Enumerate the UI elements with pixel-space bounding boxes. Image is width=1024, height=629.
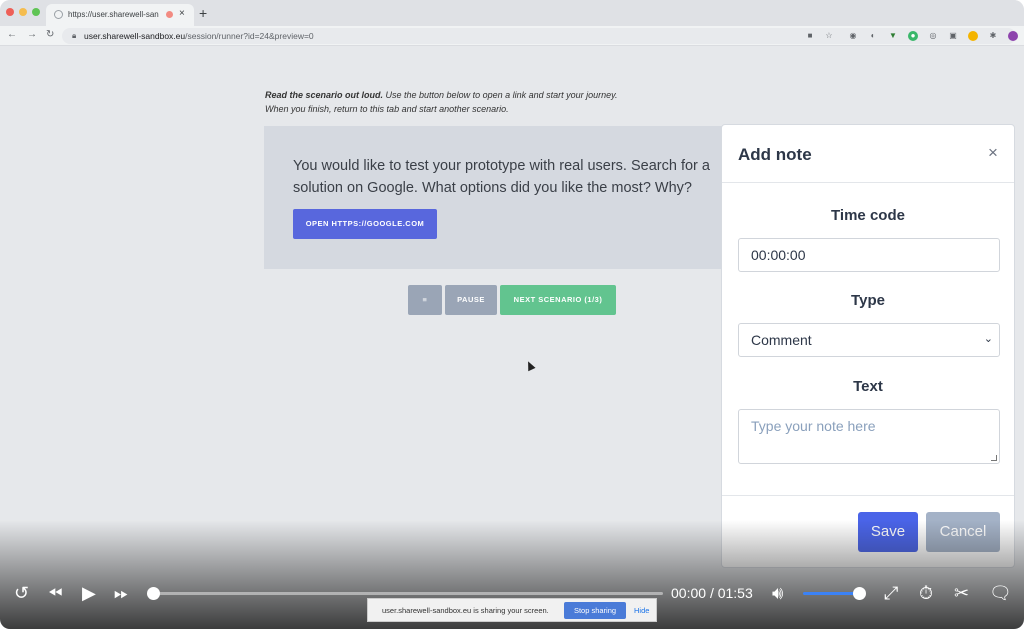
scissors-icon[interactable]: ✂ (954, 583, 969, 603)
instructions: Read the scenario out loud. Use the butt… (265, 90, 618, 114)
note-placeholder: Type your note here (751, 418, 876, 434)
new-tab-button[interactable]: + (199, 5, 207, 21)
open-link-button[interactable]: OPEN HTTPS://GOOGLE.COM (293, 209, 437, 239)
recording-indicator-icon (166, 11, 173, 18)
tab-favicon-icon (54, 10, 63, 19)
progress-bar[interactable] (153, 592, 663, 595)
tab-title: https://user.sharewell-san (68, 10, 159, 19)
shield-icon[interactable]: ▣ (948, 31, 958, 41)
reload-icon[interactable]: ↻ (46, 29, 54, 40)
avatar[interactable] (1008, 31, 1018, 41)
volume-handle[interactable] (852, 587, 866, 600)
back-icon[interactable]: ← (7, 29, 17, 40)
rewind-icon[interactable]: ⏪︎ (48, 583, 62, 603)
fast-forward-icon[interactable]: ⏩︎ (114, 583, 128, 603)
window-maximize-icon[interactable] (32, 8, 40, 16)
progress-handle[interactable] (147, 587, 160, 600)
window-minimize-icon[interactable] (19, 8, 27, 16)
add-note-modal: Add note × Time code 00:00:00 Type Comme… (721, 124, 1015, 568)
share-message: user.sharewell-sandbox.eu is sharing you… (382, 606, 549, 615)
replay-icon[interactable]: ↺ (14, 583, 29, 603)
browser-toolbar: ← → ↻ 🔒︎ user.sharewell-sandbox.eu/sessi… (0, 26, 1024, 46)
app-frame: https://user.sharewell-san × + ← → ↻ 🔒︎ … (0, 0, 1024, 629)
extension-icon[interactable]: ◐ (868, 31, 878, 41)
chevron-down-icon: ⌄ (983, 333, 993, 345)
fullscreen-icon[interactable]: ⤢ (884, 583, 898, 603)
browser-tab-bar: https://user.sharewell-san × + (0, 0, 1024, 26)
url-text: user.sharewell-sandbox.eu/session/runner… (84, 31, 314, 41)
extension-icon[interactable]: ◉ (848, 31, 858, 41)
forward-icon[interactable]: → (27, 29, 37, 40)
time-display: 00:00 / 01:53 (671, 585, 753, 601)
timecode-input[interactable]: 00:00:00 (738, 238, 1000, 272)
next-scenario-button[interactable]: NEXT SCENARIO (1/3) (500, 285, 616, 315)
close-icon[interactable]: × (988, 143, 998, 163)
modal-header: Add note × (722, 125, 1014, 183)
current-time: 00:00 (671, 585, 707, 601)
puzzle-icon[interactable]: ✱ (988, 31, 998, 41)
play-icon[interactable]: ▶ (82, 583, 96, 603)
address-bar[interactable]: 🔒︎ user.sharewell-sandbox.eu/session/run… (62, 28, 1018, 44)
scenario-text: You would like to test your prototype wi… (293, 158, 710, 196)
screen-share-bar: user.sharewell-sandbox.eu is sharing you… (367, 598, 657, 622)
extension-icon[interactable]: ◎ (928, 31, 938, 41)
window-close-icon[interactable] (6, 8, 14, 16)
browser-tab[interactable]: https://user.sharewell-san × (46, 4, 194, 26)
tab-close-icon[interactable]: × (179, 8, 185, 19)
bookmark-star-icon[interactable]: ☆ (824, 31, 834, 41)
stop-sharing-button[interactable]: Stop sharing (564, 602, 626, 619)
type-label: Type (851, 292, 885, 309)
pause-button[interactable]: PAUSE (445, 285, 497, 315)
volume-icon[interactable]: 🔊︎ (772, 583, 783, 603)
add-comment-icon[interactable]: 🗨︎ (989, 583, 1012, 603)
hide-share-button[interactable]: Hide (634, 606, 649, 615)
type-select[interactable]: Comment ⌄ (738, 323, 1000, 357)
modal-footer-divider (722, 495, 1014, 496)
lock-icon: 🔒︎ (72, 31, 77, 40)
text-label: Text (853, 378, 883, 395)
camera-icon[interactable]: ■ (805, 31, 815, 41)
extension-icon[interactable]: ● (908, 31, 918, 41)
note-textarea[interactable]: Type your note here (738, 409, 1000, 464)
vue-extension-icon[interactable]: ▼ (888, 31, 898, 41)
modal-title: Add note (738, 145, 812, 164)
time-separator: / (709, 585, 714, 601)
duration: 01:53 (717, 585, 753, 601)
resize-handle-icon[interactable] (991, 455, 997, 461)
scenario-card: You would like to test your prototype wi… (264, 126, 734, 269)
mouse-cursor-icon (524, 359, 536, 372)
timecode-label: Time code (831, 207, 905, 224)
type-selected-value: Comment (751, 332, 812, 348)
extension-icon[interactable] (968, 31, 978, 41)
menu-button[interactable]: ≡ (408, 285, 442, 315)
timer-icon[interactable]: ⏱︎ (919, 583, 933, 603)
